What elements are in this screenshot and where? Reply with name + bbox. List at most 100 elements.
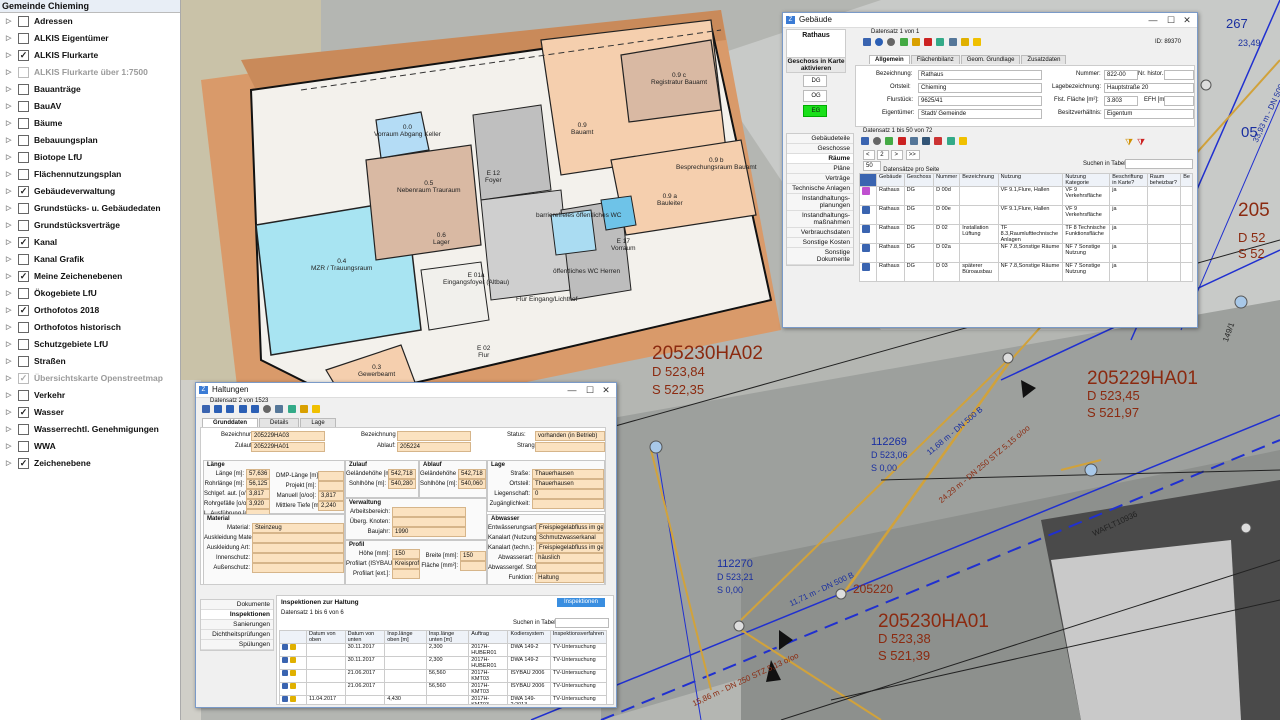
- tab-zusatzdaten[interactable]: Zusatzdaten: [1021, 55, 1067, 64]
- page-number[interactable]: 2: [877, 150, 890, 160]
- expand-icon[interactable]: ▷: [6, 404, 14, 421]
- flurstueck-field[interactable]: 9625/41: [918, 96, 1042, 106]
- expand-icon[interactable]: ▷: [6, 30, 14, 47]
- value-field[interactable]: Thauerhausen: [532, 469, 604, 479]
- column-header[interactable]: Nutzung: [997, 173, 1064, 187]
- nav-item[interactable]: Spülungen: [201, 640, 273, 650]
- value-field[interactable]: 1990: [392, 527, 466, 537]
- value-field[interactable]: [392, 569, 420, 579]
- status-field[interactable]: vorhanden (in Betrieb): [535, 431, 605, 441]
- value-field[interactable]: [252, 543, 344, 553]
- search-icon[interactable]: [263, 405, 272, 413]
- expand-icon[interactable]: ▷: [6, 98, 14, 115]
- nav-item[interactable]: Dokumente: [201, 600, 273, 610]
- layer-checkbox[interactable]: ✓: [18, 186, 29, 197]
- value-field[interactable]: 542,718: [458, 469, 486, 479]
- layer-item[interactable]: ▷ ALKIS Eigentümer: [0, 30, 180, 47]
- per-page-select[interactable]: 50: [863, 161, 881, 171]
- expand-icon[interactable]: ▷: [6, 149, 14, 166]
- column-header[interactable]: Bezeichnung: [959, 173, 999, 187]
- minimize-icon[interactable]: —: [564, 383, 580, 397]
- value-field[interactable]: [460, 561, 486, 571]
- nav-item[interactable]: Instandhaltungs-maßnahmen: [787, 211, 853, 228]
- print-icon[interactable]: [948, 38, 957, 46]
- layer-item[interactable]: ▷ Grundstücks- u. Gebäudedaten: [0, 200, 180, 217]
- layer-checkbox[interactable]: [18, 254, 29, 265]
- value-field[interactable]: 150: [392, 549, 420, 559]
- expand-icon[interactable]: ▷: [6, 234, 14, 251]
- layer-item[interactable]: ▷ ✓ Kanal: [0, 234, 180, 251]
- layer-checkbox[interactable]: [18, 390, 29, 401]
- value-field[interactable]: 540,280: [388, 479, 416, 489]
- table-row[interactable]: 11.04.2017 4,430 2017H-KMT03 DWA 149-2:2013…: [279, 695, 608, 704]
- record-icon[interactable]: [862, 263, 870, 271]
- table-row[interactable]: 21.06.2017 56,560 2017H-KMT03 ISYBAU 2006 TV…: [279, 669, 608, 683]
- layer-checkbox[interactable]: [18, 67, 29, 78]
- search-icon[interactable]: [873, 137, 882, 145]
- layer-item[interactable]: ▷ Verkehr: [0, 387, 180, 404]
- table-icon[interactable]: [275, 405, 284, 413]
- menu-icon[interactable]: [863, 38, 871, 46]
- nummer-field[interactable]: 822-00: [1104, 70, 1138, 80]
- layer-checkbox[interactable]: [18, 441, 29, 452]
- row-icon-cell[interactable]: [859, 243, 877, 263]
- expand-icon[interactable]: ▷: [6, 353, 14, 370]
- open-record-icon[interactable]: [282, 696, 288, 702]
- layer-item[interactable]: ▷ Bebauungsplan: [0, 132, 180, 149]
- tab-flaechenbilanz[interactable]: Flächenbilanz: [910, 55, 960, 64]
- layer-checkbox[interactable]: [18, 84, 29, 95]
- expand-icon[interactable]: ▷: [6, 251, 14, 268]
- nav-item[interactable]: Pläne: [787, 164, 853, 174]
- layer-checkbox[interactable]: ✓: [18, 458, 29, 469]
- expand-icon[interactable]: ▷: [6, 302, 14, 319]
- layer-checkbox[interactable]: [18, 33, 29, 44]
- row-icon-cell[interactable]: [279, 669, 307, 683]
- row-icon-cell[interactable]: [859, 262, 877, 282]
- layer-checkbox[interactable]: [18, 118, 29, 129]
- column-header[interactable]: Insp.länge oben [m]: [384, 630, 427, 644]
- layer-item[interactable]: ▷ ✓ Übersichtskarte Openstreetmap: [0, 370, 180, 387]
- expand-icon[interactable]: ▷: [6, 217, 14, 234]
- eigentuemer-field[interactable]: Stadt/ Gemeinde: [918, 109, 1042, 119]
- table-row[interactable]: 21.06.2017 56,560 2017H-KMT03 ISYBAU 2006 TV…: [279, 682, 608, 696]
- layer-checkbox[interactable]: [18, 101, 29, 112]
- layer-item[interactable]: ▷ WWA: [0, 438, 180, 455]
- layer-item[interactable]: ▷ Bauanträge: [0, 81, 180, 98]
- layer-checkbox[interactable]: ✓: [18, 271, 29, 282]
- maximize-icon[interactable]: ☐: [582, 383, 598, 397]
- expand-icon[interactable]: ▷: [6, 370, 14, 387]
- column-header[interactable]: Beschriftung in Karte?: [1109, 173, 1148, 187]
- layer-item[interactable]: ▷ Flächennutzungsplan: [0, 166, 180, 183]
- nav-item[interactable]: Geschosse: [787, 144, 853, 154]
- row-icon-cell[interactable]: [279, 656, 307, 670]
- value-field[interactable]: 3,817: [246, 489, 270, 499]
- layer-checkbox[interactable]: [18, 288, 29, 299]
- layer-item[interactable]: ▷ ALKIS Flurkarte über 1:7500: [0, 64, 180, 81]
- column-header[interactable]: Insp.länge unten [m]: [425, 630, 470, 644]
- export-icon[interactable]: [934, 137, 943, 145]
- column-header[interactable]: Raum beheizbar?: [1146, 173, 1182, 187]
- star-icon[interactable]: [960, 38, 969, 46]
- nav-item[interactable]: Instandhaltungs-planungen: [787, 194, 853, 211]
- expand-icon[interactable]: ▷: [6, 200, 14, 217]
- expand-icon[interactable]: ▷: [6, 47, 14, 64]
- expand-icon[interactable]: ▷: [6, 421, 14, 438]
- layer-checkbox[interactable]: [18, 152, 29, 163]
- delete-icon[interactable]: [897, 137, 906, 145]
- menu-icon[interactable]: [202, 405, 210, 413]
- ortsteil-field[interactable]: Chieming: [918, 83, 1042, 93]
- bezeichnung-field[interactable]: 205229HA03: [251, 431, 325, 441]
- nav-item[interactable]: Technische Anlagen: [787, 184, 853, 194]
- clear-filter-icon[interactable]: ⧩: [1137, 137, 1145, 148]
- value-field[interactable]: [252, 563, 344, 573]
- row-icon-cell[interactable]: [859, 224, 877, 244]
- expand-icon[interactable]: ▷: [6, 64, 14, 81]
- strang-field[interactable]: [535, 442, 605, 452]
- value-field[interactable]: Schmutzwasserkanal: [536, 533, 604, 543]
- table-row[interactable]: 30.11.2017 2,300 2017H-HUBER01 DWA 149-2 TV-…: [279, 656, 608, 670]
- table-search-input[interactable]: [1125, 159, 1193, 169]
- column-header[interactable]: Nummer: [933, 173, 961, 187]
- record-icon[interactable]: [862, 187, 870, 195]
- efh-field[interactable]: [1164, 96, 1194, 106]
- prev-icon[interactable]: [226, 405, 235, 413]
